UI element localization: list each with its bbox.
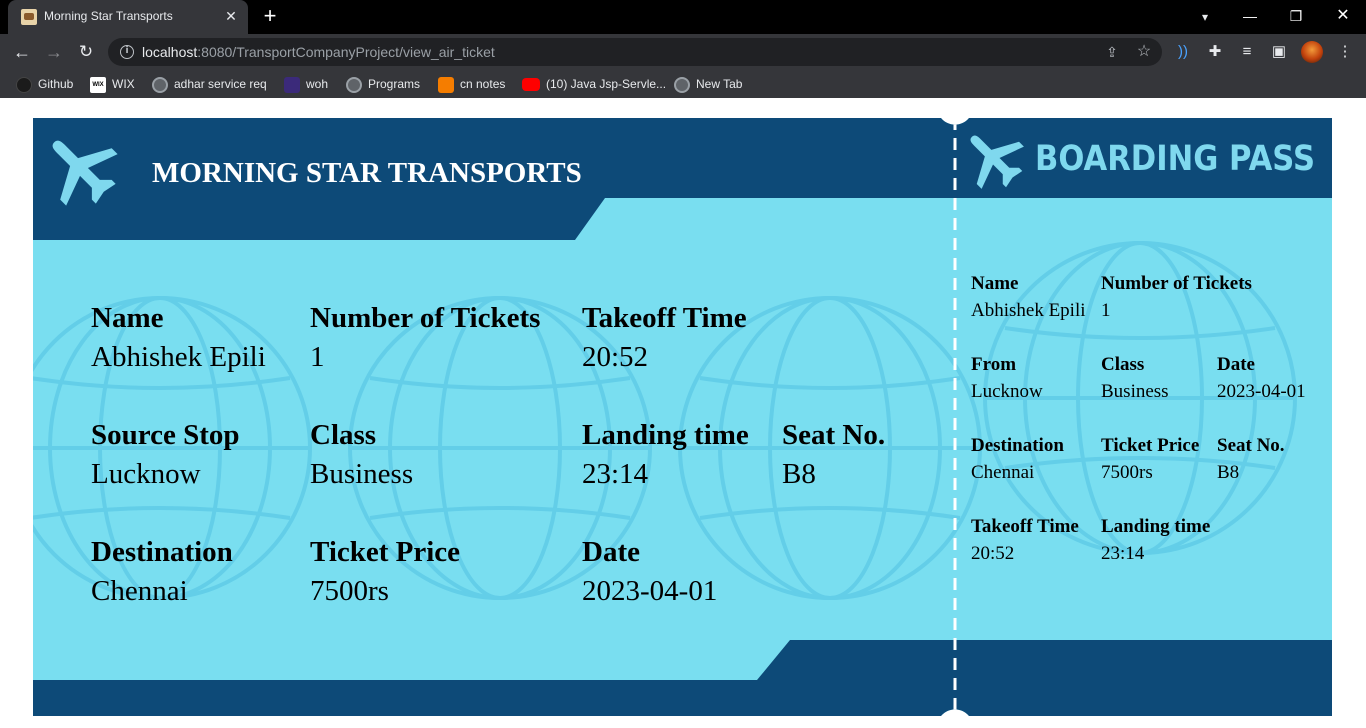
stub-destination-value: Chennai <box>971 462 1034 483</box>
extensions-puzzle-icon[interactable]: ✚ <box>1204 41 1226 63</box>
bookmark-label: New Tab <box>696 77 743 91</box>
globe-icon <box>674 76 690 93</box>
boarding-ticket: MORNING STAR TRANSPORTS BOARDING PASS Na… <box>33 118 1332 716</box>
boarding-pass-title: BOARDING PASS <box>1035 139 1315 179</box>
stub-landing-label: Landing time <box>1101 516 1210 537</box>
source-value: Lucknow <box>91 458 201 490</box>
stub-seat-value: B8 <box>1217 462 1239 483</box>
bookmark-label: WIX <box>112 77 135 91</box>
browser-toolbar: ← → ↻ i localhost:8080/TransportCompanyP… <box>0 34 1366 70</box>
url-host: localhost <box>142 44 198 60</box>
bookmark-wix[interactable]: WIX WIX <box>90 75 135 93</box>
tab-close-icon[interactable]: ✕ <box>222 7 240 25</box>
name-value: Abhishek Epili <box>91 341 266 373</box>
bookmarks-bar: Github WIX WIX adhar service req woh Prog… <box>0 70 1366 98</box>
landing-label: Landing time <box>582 419 749 451</box>
price-value: 7500rs <box>310 575 389 607</box>
bookmark-java-jsp[interactable]: (10) Java Jsp-Servle... <box>522 75 666 93</box>
bookmark-label: Programs <box>368 77 421 91</box>
reload-icon[interactable]: ↻ <box>74 40 98 64</box>
bookmark-programs[interactable]: Programs <box>346 75 420 93</box>
landing-value: 23:14 <box>582 458 649 490</box>
page-viewport: MORNING STAR TRANSPORTS BOARDING PASS Na… <box>0 98 1366 728</box>
woh-icon <box>284 76 300 93</box>
destination-label: Destination <box>91 536 233 568</box>
stub-tickets-value: 1 <box>1101 300 1111 321</box>
window-restore-icon[interactable]: ❐ <box>1273 4 1319 28</box>
name-label: Name <box>91 302 164 334</box>
extension-wave-icon[interactable]: )) <box>1172 41 1194 63</box>
bookmark-woh[interactable]: woh <box>284 75 328 93</box>
class-value: Business <box>310 458 413 490</box>
bookmark-cn-notes[interactable]: cn notes <box>438 75 505 93</box>
stub-name-value: Abhishek Epili <box>971 300 1086 321</box>
bookmark-star-icon[interactable]: ☆ <box>1134 42 1154 62</box>
bookmark-label: (10) Java Jsp-Servle... <box>546 77 667 91</box>
stub-destination-label: Destination <box>971 435 1064 456</box>
window-minimize-icon[interactable]: — <box>1227 4 1273 28</box>
tickets-value: 1 <box>310 341 325 373</box>
tickets-label: Number of Tickets <box>310 302 540 334</box>
site-info-icon[interactable]: i <box>120 45 134 59</box>
youtube-icon <box>522 78 540 92</box>
new-tab-button[interactable]: + <box>258 5 282 29</box>
bookmark-label: adhar service req <box>174 77 267 91</box>
bookmark-label: Github <box>38 77 74 91</box>
bookmark-new-tab[interactable]: New Tab <box>674 75 742 93</box>
share-icon[interactable]: ⇪ <box>1102 42 1122 62</box>
tab-title: Morning Star Transports <box>44 9 173 23</box>
class-label: Class <box>310 419 376 451</box>
stub-landing-value: 23:14 <box>1101 543 1145 564</box>
url-text[interactable]: localhost:8080/TransportCompanyProject/v… <box>142 44 495 60</box>
tab-search-chevron-icon[interactable]: ▾ <box>1194 6 1216 28</box>
side-panel-icon[interactable]: ▣ <box>1268 41 1290 63</box>
price-label: Ticket Price <box>310 536 460 568</box>
stub-price-value: 7500rs <box>1101 462 1153 483</box>
stub-from-value: Lucknow <box>971 381 1043 402</box>
destination-value: Chennai <box>91 575 188 607</box>
stub-tickets-label: Number of Tickets <box>1101 273 1252 294</box>
blogger-icon <box>438 76 454 93</box>
company-title: MORNING STAR TRANSPORTS <box>152 157 582 189</box>
globe-icon <box>152 76 168 93</box>
window-close-icon[interactable]: ✕ <box>1320 4 1366 28</box>
bookmark-label: woh <box>306 77 329 91</box>
globe-icon <box>346 76 362 93</box>
source-label: Source Stop <box>91 419 240 451</box>
forward-arrow-icon[interactable]: → <box>42 40 66 64</box>
stub-class-label: Class <box>1101 354 1144 375</box>
stub-from-label: From <box>971 354 1016 375</box>
stub-date-label: Date <box>1217 354 1255 375</box>
seat-value: B8 <box>782 458 816 490</box>
back-arrow-icon[interactable]: ← <box>10 40 34 64</box>
stub-name-label: Name <box>971 273 1018 294</box>
more-menu-icon[interactable]: ⋮ <box>1334 41 1356 63</box>
stub-takeoff-value: 20:52 <box>971 543 1014 564</box>
date-value: 2023-04-01 <box>582 575 717 607</box>
wix-icon: WIX <box>90 76 106 93</box>
tab-bar: Morning Star Transports ✕ + ▾ — ❐ ✕ <box>0 0 1366 34</box>
takeoff-value: 20:52 <box>582 341 648 373</box>
profile-avatar[interactable] <box>1301 41 1323 63</box>
address-bar[interactable]: i localhost:8080/TransportCompanyProject… <box>108 38 1162 66</box>
stub-seat-label: Seat No. <box>1217 435 1285 456</box>
date-label: Date <box>582 536 640 568</box>
browser-tab[interactable]: Morning Star Transports ✕ <box>8 0 248 34</box>
takeoff-label: Takeoff Time <box>582 302 747 334</box>
media-control-icon[interactable]: ≡ <box>1236 41 1258 63</box>
github-icon <box>16 76 32 93</box>
stub-class-value: Business <box>1101 381 1169 402</box>
stub-price-label: Ticket Price <box>1101 435 1199 456</box>
url-path: :8080/TransportCompanyProject/view_air_t… <box>197 44 495 60</box>
seat-label: Seat No. <box>782 419 885 451</box>
bookmark-adhar[interactable]: adhar service req <box>152 75 267 93</box>
bookmark-github[interactable]: Github <box>16 75 73 93</box>
site-favicon-icon <box>21 9 37 25</box>
bookmark-label: cn notes <box>460 77 506 91</box>
stub-takeoff-label: Takeoff Time <box>971 516 1079 537</box>
stub-date-value: 2023-04-01 <box>1217 381 1306 402</box>
